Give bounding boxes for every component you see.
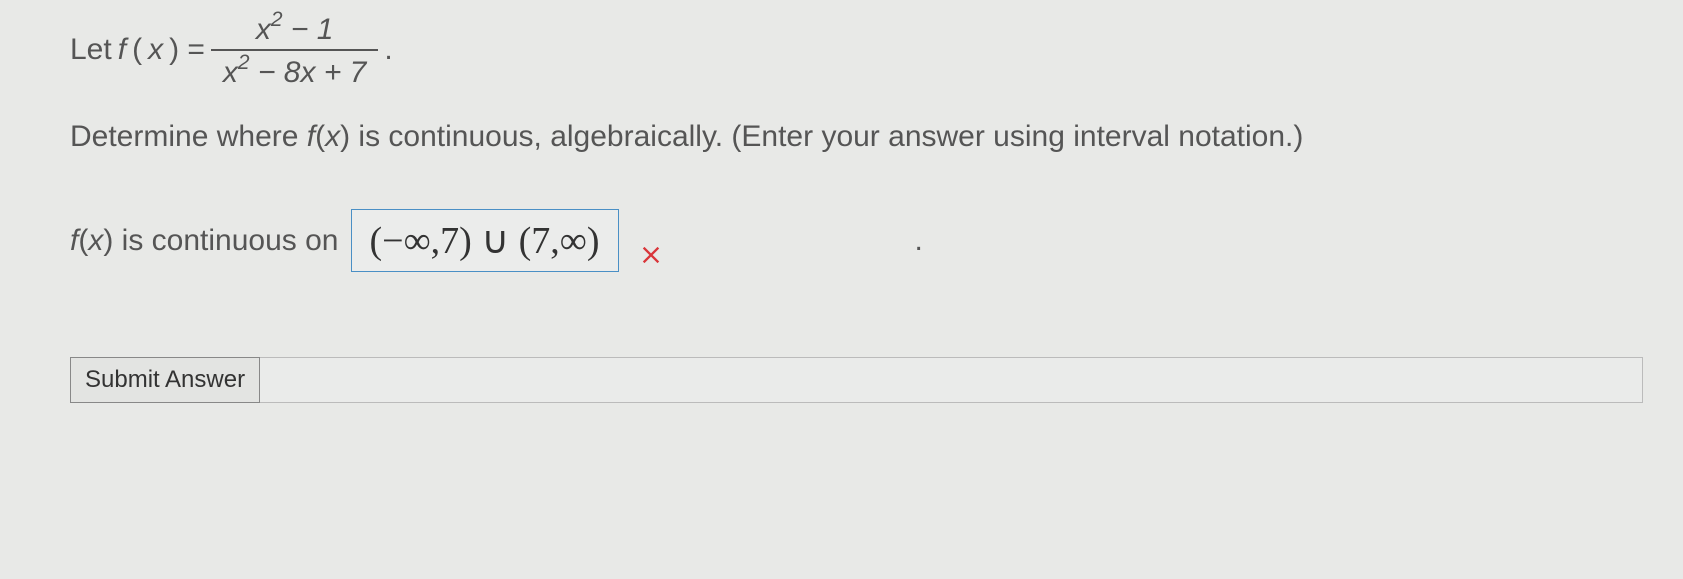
submit-area: Submit Answer — [70, 357, 1643, 403]
answer-row: f(x) is continuous on (−∞,7) ∪ (7,∞) . — [70, 204, 1643, 277]
answer-input[interactable]: (−∞,7) ∪ (7,∞) — [351, 209, 619, 272]
numerator: x2 − 1 — [244, 10, 346, 49]
function-lhs: f — [118, 33, 126, 67]
period: . — [384, 33, 392, 67]
function-definition: Let f(x) = x2 − 1 x2 − 8x + 7 . — [70, 10, 1643, 90]
denominator: x2 − 8x + 7 — [211, 49, 378, 90]
fraction: x2 − 1 x2 − 8x + 7 — [211, 10, 378, 90]
feedback-panel — [260, 357, 1643, 403]
incorrect-icon — [637, 240, 665, 277]
let-prefix: Let — [70, 33, 112, 67]
submit-button[interactable]: Submit Answer — [70, 357, 260, 403]
instruction-text: Determine where f(x) is continuous, alge… — [70, 120, 1643, 154]
stray-dot: . — [915, 224, 923, 258]
answer-label: f(x) is continuous on — [70, 224, 339, 258]
